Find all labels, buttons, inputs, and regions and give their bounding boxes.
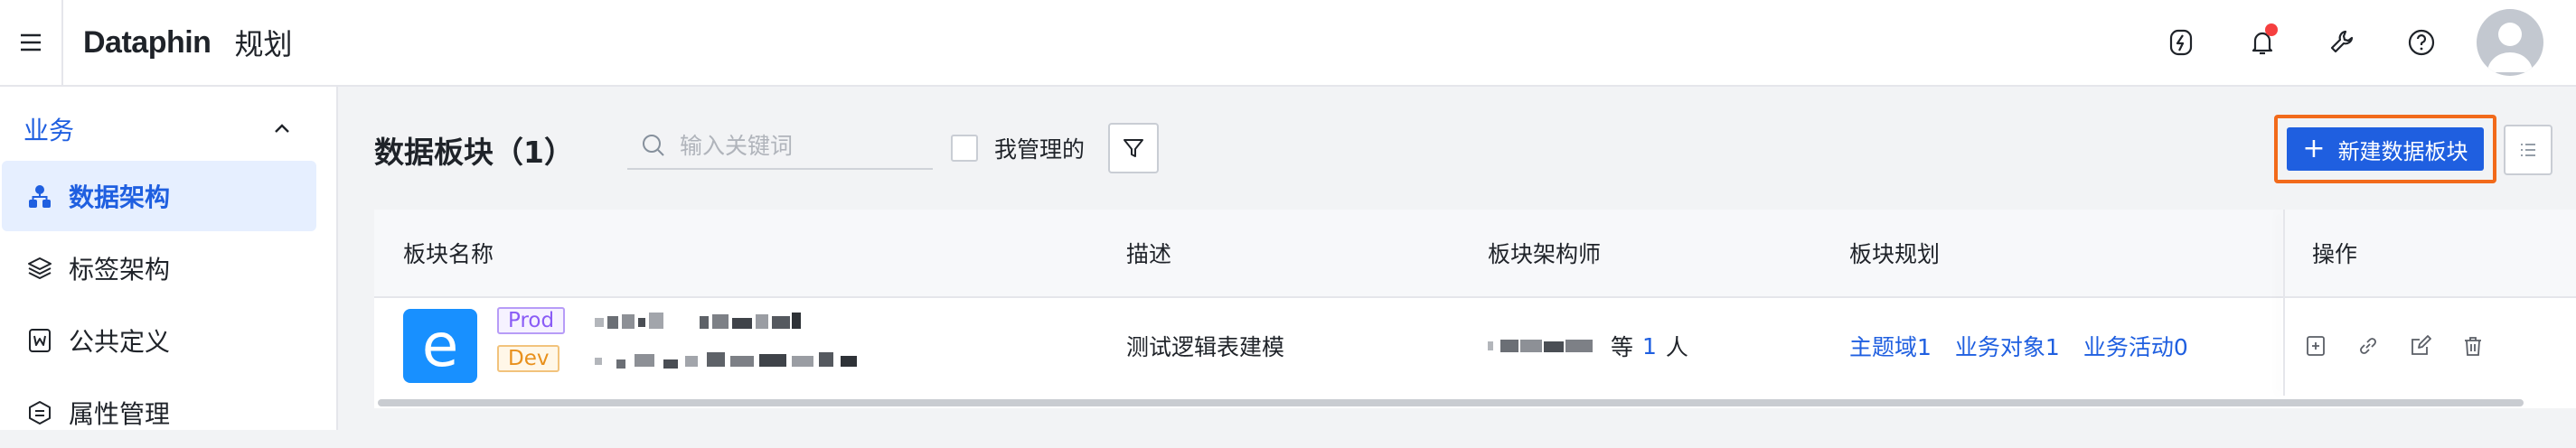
fixed-column-divider xyxy=(2283,210,2285,396)
architect-suffix-pre: 等 xyxy=(1611,334,1634,360)
column-header-description: 描述 xyxy=(1126,241,1172,267)
section-logo: e xyxy=(403,309,477,383)
logo: Dataphin xyxy=(83,24,212,60)
create-button-label: 新建数据板块 xyxy=(2337,138,2468,164)
layers-icon xyxy=(25,254,54,283)
plus-icon: + xyxy=(2302,133,2326,164)
sidebar-item-data-architecture[interactable]: 数据架构 xyxy=(2,161,316,231)
menu-icon[interactable] xyxy=(0,0,63,85)
description-cell: 测试逻辑表建模 xyxy=(1126,334,1285,360)
redacted-code xyxy=(595,352,857,369)
table-header: 板块名称 描述 板块架构师 板块规划 操作 xyxy=(374,210,2576,298)
app-name: 规划 xyxy=(234,27,293,61)
top-bar: Dataphin 规划 xyxy=(0,0,2576,87)
notification-badge xyxy=(2265,23,2278,36)
bell-icon[interactable] xyxy=(2240,20,2285,65)
delete-icon[interactable] xyxy=(2460,333,2486,359)
data-section-table: 板块名称 描述 板块架构师 板块规划 操作 e Prod Dev 测试逻辑表建模 xyxy=(374,210,2576,408)
sidebar-group-label: 业务 xyxy=(24,116,75,145)
filter-button[interactable] xyxy=(1108,123,1159,173)
list-icon xyxy=(2521,144,2535,156)
flash-icon[interactable] xyxy=(2158,20,2204,65)
sidebar-group-business[interactable]: 业务 xyxy=(24,107,295,152)
chevron-up-icon xyxy=(275,124,289,133)
dev-tag: Dev xyxy=(497,345,560,372)
sidebar-item-tag-architecture[interactable]: 标签架构 xyxy=(2,233,316,303)
filter-icon xyxy=(1123,139,1143,157)
search-icon xyxy=(643,135,664,156)
sidebar-item-label: 公共定义 xyxy=(69,327,171,357)
redacted-name xyxy=(595,313,801,329)
search-input[interactable] xyxy=(678,131,926,160)
sidebar-item-property-management[interactable]: 属性管理 xyxy=(2,378,316,448)
column-header-architect: 板块架构师 xyxy=(1488,241,1602,267)
brand[interactable]: Dataphin 规划 xyxy=(83,20,292,65)
column-header-operations: 操作 xyxy=(2312,241,2358,267)
word-icon xyxy=(25,326,54,355)
architect-cell: 等 1 人 xyxy=(1488,298,1688,394)
page-title: 数据板块（1） xyxy=(374,135,574,170)
planning-link-business-object[interactable]: 业务对象1 xyxy=(1955,330,2060,362)
sidebar-item-label: 标签架构 xyxy=(69,255,171,285)
operations-cell xyxy=(2303,298,2513,394)
architect-suffix-post: 人 xyxy=(1665,334,1688,360)
managed-by-me-label: 我管理的 xyxy=(994,136,1086,163)
planning-link-business-activity[interactable]: 业务活动0 xyxy=(2083,330,2188,362)
wrench-icon[interactable] xyxy=(2319,20,2364,65)
managed-by-me-checkbox[interactable] xyxy=(951,135,978,162)
architecture-icon xyxy=(25,182,54,210)
planning-cell: 主题域1 业务对象1 业务活动0 xyxy=(1849,298,2212,394)
architect-count[interactable]: 1 xyxy=(1642,333,1657,359)
copy-icon[interactable] xyxy=(2303,333,2328,359)
redacted-architect xyxy=(1488,340,1593,352)
sidebar: 业务 数据架构 标签架构 公共定义 属性管理 xyxy=(0,87,338,430)
horizontal-scrollbar[interactable] xyxy=(378,399,2524,406)
sidebar-item-label: 属性管理 xyxy=(69,399,171,429)
create-button-highlight: + 新建数据板块 xyxy=(2274,115,2496,183)
prod-tag: Prod xyxy=(497,307,566,334)
avatar[interactable] xyxy=(2477,9,2543,76)
table-row[interactable]: e Prod Dev 测试逻辑表建模 等 1 人 主题域1 业务对象1 业务活动… xyxy=(374,298,2576,394)
link-icon[interactable] xyxy=(2355,333,2381,359)
column-header-planning: 板块规划 xyxy=(1849,241,1941,267)
column-header-name: 板块名称 xyxy=(403,241,494,267)
create-data-section-button[interactable]: + 新建数据板块 xyxy=(2287,127,2484,171)
managed-by-me-filter[interactable]: 我管理的 xyxy=(951,132,1085,164)
edit-icon[interactable] xyxy=(2408,333,2433,359)
list-view-button[interactable] xyxy=(2504,125,2552,175)
search-box[interactable] xyxy=(627,123,933,170)
planning-link-subject-domain[interactable]: 主题域1 xyxy=(1849,330,1932,362)
sidebar-item-public-definition[interactable]: 公共定义 xyxy=(2,305,316,376)
sidebar-item-label: 数据架构 xyxy=(69,182,171,212)
help-icon[interactable] xyxy=(2399,20,2444,65)
property-icon xyxy=(25,398,54,427)
